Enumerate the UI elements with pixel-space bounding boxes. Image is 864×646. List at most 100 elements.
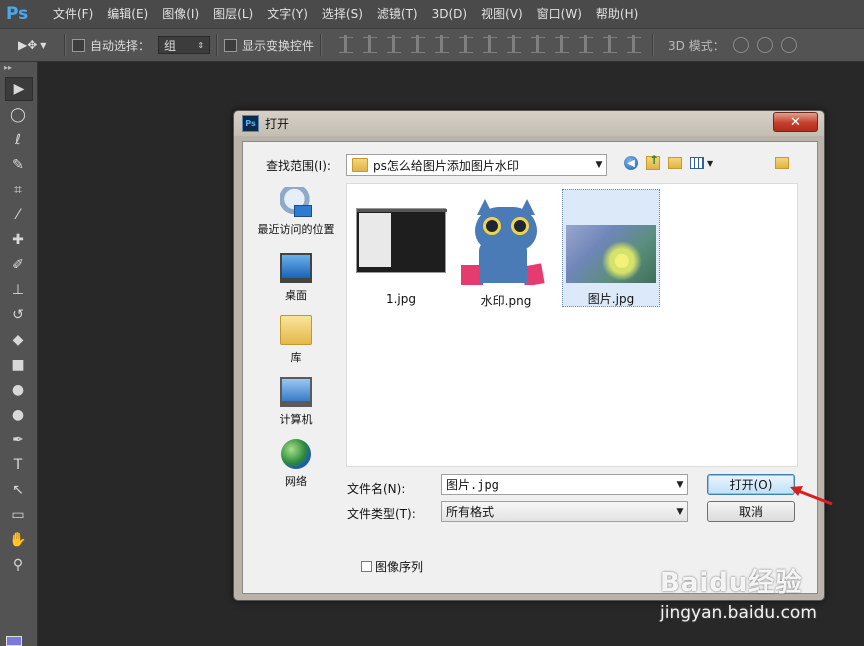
auto-align-icon[interactable] <box>627 35 642 53</box>
zoom-tool-icon[interactable]: ⚲ <box>5 554 31 576</box>
distribute-vcenter-icon[interactable] <box>507 35 522 53</box>
chevron-down-icon: ▼ <box>595 160 603 170</box>
filename-input[interactable]: 图片.jpg ▼ <box>441 474 688 495</box>
distribute-hcenter-icon[interactable] <box>579 35 594 53</box>
brush-tool-icon[interactable]: ✐ <box>5 254 31 276</box>
distribute-bottom-icon[interactable] <box>531 35 546 53</box>
menu-image[interactable]: 图像(I) <box>155 0 206 28</box>
healing-brush-tool-icon[interactable]: ✚ <box>5 229 31 251</box>
file-thumbnail <box>461 195 551 285</box>
align-bottom-icon[interactable] <box>387 35 402 53</box>
image-sequence-option[interactable]: 图像序列 <box>361 558 423 575</box>
history-brush-tool-icon[interactable]: ↺ <box>5 304 31 326</box>
auto-select-value: 组 <box>164 38 177 53</box>
chevron-down-icon: ▼ <box>676 506 684 517</box>
filetype-dropdown[interactable]: 所有格式 ▼ <box>441 501 688 522</box>
menu-filter[interactable]: 滤镜(T) <box>370 0 425 28</box>
marquee-tool-icon[interactable]: ◯ <box>5 104 31 126</box>
file-item[interactable]: 水印.png <box>458 192 554 309</box>
gradient-tool-icon[interactable]: ■ <box>5 354 31 376</box>
align-left-icon[interactable] <box>411 35 426 53</box>
eyedropper-tool-icon[interactable]: ⁄ <box>5 204 31 226</box>
menu-3d[interactable]: 3D(D) <box>425 0 474 28</box>
move-tool-icon[interactable]: ▶ <box>5 77 33 101</box>
photoshop-logo: Ps <box>6 4 29 24</box>
filename-label: 文件名(N): <box>347 482 406 496</box>
quick-select-tool-icon[interactable]: ✎ <box>5 154 31 176</box>
collapse-toggle[interactable]: ▸▸ <box>0 62 37 74</box>
look-in-value: ps怎么给图片添加图片水印 <box>373 158 519 173</box>
distribute-right-icon[interactable] <box>603 35 618 53</box>
new-folder-icon[interactable] <box>668 157 682 169</box>
chevron-down-icon[interactable]: ▼ <box>673 480 687 490</box>
baidu-watermark: Baidu经验 jingyan.baidu.com <box>660 562 817 623</box>
menu-edit[interactable]: 编辑(E) <box>100 0 155 28</box>
up-folder-icon[interactable] <box>646 153 660 170</box>
close-button[interactable]: ✕ <box>773 112 818 132</box>
lasso-tool-icon[interactable]: ℓ <box>5 129 31 151</box>
dialog-body: 查找范围(I): ps怎么给图片添加图片水印 ▼ ◀ ▼ 最近访问的位置 桌面 <box>242 141 818 594</box>
network-icon <box>281 439 311 469</box>
place-computer[interactable]: 计算机 <box>249 377 343 427</box>
menu-layer[interactable]: 图层(L) <box>206 0 260 28</box>
auto-select-checkbox[interactable] <box>72 38 85 52</box>
menu-view[interactable]: 视图(V) <box>474 0 530 28</box>
menu-bar: Ps 文件(F) 编辑(E) 图像(I) 图层(L) 文字(Y) 选择(S) 滤… <box>0 0 864 29</box>
distribute-left-icon[interactable] <box>555 35 570 53</box>
sunglasses-lens <box>483 217 501 235</box>
eraser-tool-icon[interactable]: ◆ <box>5 329 31 351</box>
menu-help[interactable]: 帮助(H) <box>589 0 645 28</box>
image-sequence-label: 图像序列 <box>375 560 424 574</box>
foreground-color-swatch[interactable] <box>6 636 22 646</box>
menu-items: 文件(F) 编辑(E) 图像(I) 图层(L) 文字(Y) 选择(S) 滤镜(T… <box>46 0 645 28</box>
file-item-selected[interactable]: 图片.jpg <box>562 189 660 307</box>
file-thumbnail <box>566 193 656 283</box>
pen-tool-icon[interactable]: ✒ <box>5 429 31 451</box>
3d-roll-icon[interactable] <box>756 37 773 53</box>
align-vcenter-icon[interactable] <box>363 35 378 53</box>
menu-file[interactable]: 文件(F) <box>46 0 100 28</box>
align-right-icon[interactable] <box>459 35 474 53</box>
dodge-tool-icon[interactable]: ● <box>5 404 31 426</box>
crop-tool-icon[interactable]: ⌗ <box>5 179 31 201</box>
align-hcenter-icon[interactable] <box>435 35 450 53</box>
folder-icon <box>352 158 368 172</box>
menu-window[interactable]: 窗口(W) <box>530 0 589 28</box>
watermark-url: jingyan.baidu.com <box>660 603 817 623</box>
file-list[interactable]: 1.jpg 水印.png 图片.jpg <box>346 183 798 467</box>
open-button[interactable]: 打开(O) <box>707 474 795 495</box>
file-item[interactable]: 1.jpg <box>353 192 449 306</box>
align-top-icon[interactable] <box>339 35 354 53</box>
type-tool-icon[interactable]: T <box>5 454 31 476</box>
show-transform-checkbox[interactable] <box>224 38 238 52</box>
open-dialog: Ps 打开 ✕ 查找范围(I): ps怎么给图片添加图片水印 ▼ ◀ ▼ 最近访… <box>233 110 825 601</box>
blur-tool-icon[interactable]: ● <box>5 379 31 401</box>
red-arrow-annotation <box>790 486 833 506</box>
distribute-top-icon[interactable] <box>483 35 498 53</box>
rectangle-tool-icon[interactable]: ▭ <box>5 504 31 526</box>
hand-tool-icon[interactable]: ✋ <box>5 529 31 551</box>
place-recent[interactable]: 最近访问的位置 <box>249 187 343 237</box>
favorite-folder-icon[interactable] <box>775 157 789 169</box>
cancel-button[interactable]: 取消 <box>707 501 795 522</box>
path-select-tool-icon[interactable]: ↖ <box>5 479 31 501</box>
auto-select-dropdown[interactable]: 组 ⇕ <box>158 36 211 54</box>
place-network[interactable]: 网络 <box>249 439 343 489</box>
image-sequence-checkbox[interactable] <box>361 561 372 572</box>
align-buttons <box>334 35 646 53</box>
dialog-titlebar[interactable]: Ps 打开 ✕ <box>234 111 824 136</box>
back-icon[interactable]: ◀ <box>624 156 638 170</box>
menu-type[interactable]: 文字(Y) <box>260 0 315 28</box>
clone-stamp-tool-icon[interactable]: ⊥ <box>5 279 31 301</box>
chevron-down-icon[interactable]: ▼ <box>707 159 713 168</box>
3d-rotate-icon[interactable] <box>732 37 749 53</box>
look-in-dropdown[interactable]: ps怎么给图片添加图片水印 ▼ <box>346 154 607 176</box>
place-label: 最近访问的位置 <box>257 223 335 236</box>
menu-select[interactable]: 选择(S) <box>315 0 370 28</box>
move-tool-preset[interactable]: ▶✥ ▼ <box>18 38 58 52</box>
views-menu-icon[interactable] <box>690 157 704 169</box>
place-desktop[interactable]: 桌面 <box>249 253 343 303</box>
3d-drag-icon[interactable] <box>780 37 797 53</box>
sunglasses-lens <box>511 217 529 235</box>
place-library[interactable]: 库 <box>249 315 343 365</box>
